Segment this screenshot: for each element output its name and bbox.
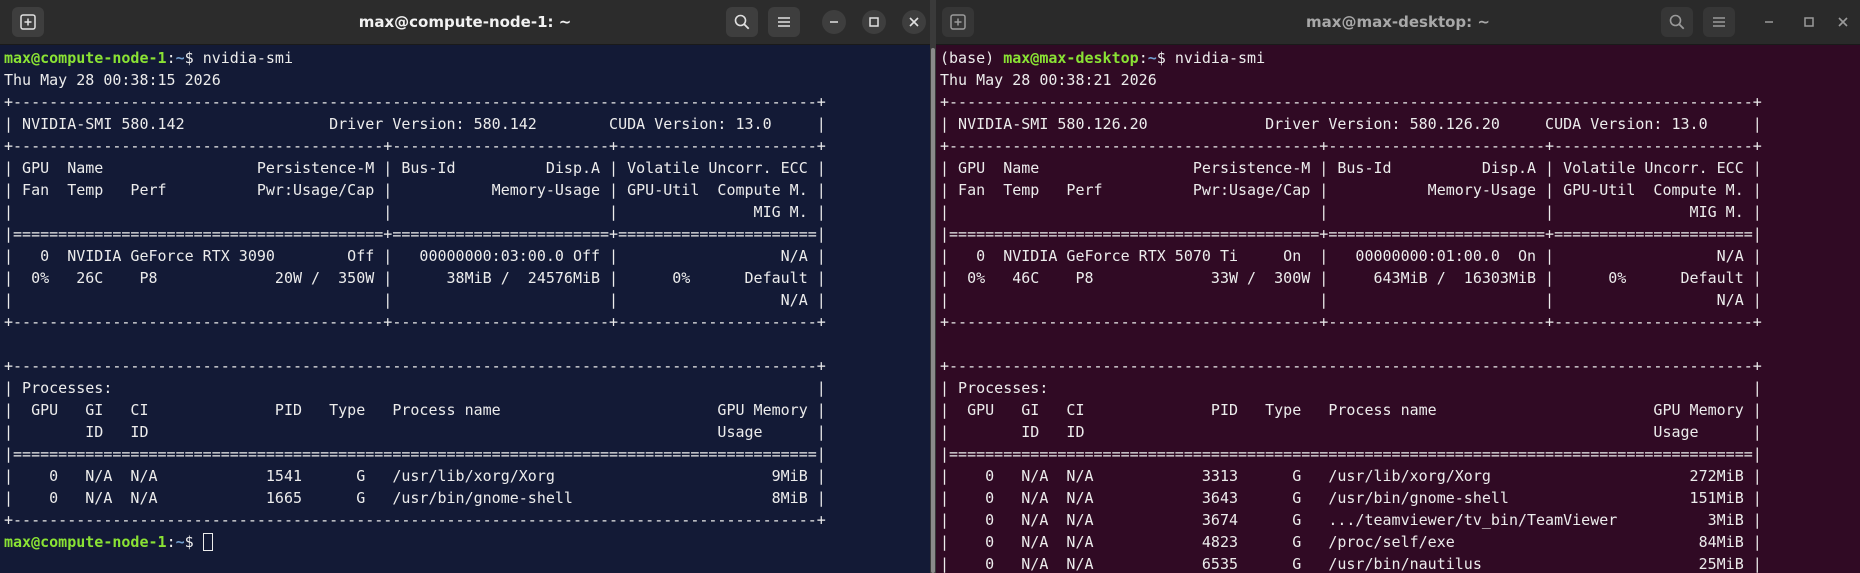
output-line: | 0 N/A N/A 4823 G /proc/self/exe 84MiB … xyxy=(940,533,1762,551)
output-line: | Processes: | xyxy=(4,379,826,397)
output-line: +---------------------------------------… xyxy=(940,357,1762,375)
close-button[interactable] xyxy=(902,10,926,34)
output-line: | ID ID Usage | xyxy=(940,423,1762,441)
output-line: | 0 N/A N/A 1665 G /usr/bin/gnome-shell … xyxy=(4,489,826,507)
command-line: (base) max@max-desktop:~$ nvidia-smi xyxy=(940,49,1266,67)
close-icon xyxy=(909,17,919,27)
output-line: +---------------------------------------… xyxy=(940,137,1762,155)
output-line: | Fan Temp Perf Pwr:Usage/Cap | Memory-U… xyxy=(940,181,1762,199)
output-line: | Processes: | xyxy=(940,379,1762,397)
menu-button[interactable] xyxy=(1703,7,1735,37)
command-output: Thu May 28 00:38:15 2026 +---------------… xyxy=(4,69,930,531)
search-button[interactable] xyxy=(1661,7,1693,37)
text-cursor xyxy=(202,533,213,551)
hamburger-menu-icon xyxy=(778,17,790,27)
output-line: | GPU GI CI PID Type Process name GPU Me… xyxy=(4,401,826,419)
output-line: +---------------------------------------… xyxy=(940,313,1762,331)
output-line: +---------------------------------------… xyxy=(4,313,826,331)
output-line: | 0 N/A N/A 3674 G .../teamviewer/tv_bin… xyxy=(940,511,1762,529)
maximize-button[interactable] xyxy=(1797,10,1821,34)
output-line: | GPU Name Persistence-M | Bus-Id Disp.A… xyxy=(4,159,826,177)
search-icon xyxy=(734,14,750,30)
prompt-path: ~ xyxy=(1147,49,1157,67)
close-button[interactable] xyxy=(1831,10,1855,34)
maximize-icon xyxy=(1804,17,1814,27)
output-line: | 0 NVIDIA GeForce RTX 5070 Ti On | 0000… xyxy=(940,247,1762,265)
maximize-icon xyxy=(869,17,879,27)
output-line: +---------------------------------------… xyxy=(4,93,826,111)
minimize-icon xyxy=(830,21,838,23)
prompt-path: ~ xyxy=(175,49,185,67)
output-line: Thu May 28 00:38:15 2026 xyxy=(4,71,221,89)
output-line: | | | N/A | xyxy=(940,291,1762,309)
close-icon xyxy=(1838,17,1848,27)
output-line: | ID ID Usage | xyxy=(4,423,826,441)
output-line: | 0% 26C P8 20W / 350W | 38MiB / 24576Mi… xyxy=(4,269,826,287)
terminal-window-left: max@compute-node-1: ~ max@compute-node-1… xyxy=(0,0,930,573)
prompt-user-host: max@compute-node-1 xyxy=(4,533,167,551)
output-line: +---------------------------------------… xyxy=(4,137,826,155)
output-line: Thu May 28 00:38:21 2026 xyxy=(940,71,1157,89)
command-text: nvidia-smi xyxy=(202,49,293,67)
terminal-window-right: max@max-desktop: ~ (base) max@max-deskto… xyxy=(936,0,1860,573)
prompt-symbol: $ xyxy=(1156,49,1175,67)
minimize-button[interactable] xyxy=(1757,10,1781,34)
terminal-output[interactable]: (base) max@max-desktop:~$ nvidia-smi Thu… xyxy=(936,45,1860,573)
prompt-symbol: $ xyxy=(184,49,203,67)
hamburger-menu-icon xyxy=(1713,17,1725,27)
search-icon xyxy=(1669,14,1685,30)
output-line: | Fan Temp Perf Pwr:Usage/Cap | Memory-U… xyxy=(4,181,826,199)
command-text: nvidia-smi xyxy=(1174,49,1266,67)
minimize-icon xyxy=(1765,21,1773,23)
output-line: |=======================================… xyxy=(940,445,1762,463)
output-line: +---------------------------------------… xyxy=(4,511,826,529)
output-line: | 0 N/A N/A 3643 G /usr/bin/gnome-shell … xyxy=(940,489,1762,507)
output-line: |=======================================… xyxy=(4,445,826,463)
output-line: |=======================================… xyxy=(4,225,826,243)
active-prompt: max@compute-node-1:~$ xyxy=(4,531,930,553)
output-line: +---------------------------------------… xyxy=(4,357,826,375)
prompt-user-host: max@max-desktop xyxy=(1003,49,1139,67)
output-line: | 0% 46C P8 33W / 300W | 643MiB / 16303M… xyxy=(940,269,1762,287)
conda-env-label: (base) xyxy=(940,49,1004,67)
search-button[interactable] xyxy=(726,7,758,37)
prompt-user-host: max@compute-node-1 xyxy=(4,49,167,67)
output-line: | GPU Name Persistence-M | Bus-Id Disp.A… xyxy=(940,159,1762,177)
output-line: | 0 N/A N/A 1541 G /usr/lib/xorg/Xorg 9M… xyxy=(4,467,826,485)
prompt-path: ~ xyxy=(175,533,185,551)
command-line: max@compute-node-1:~$ nvidia-smi xyxy=(4,49,293,67)
scrollbar-thumb[interactable] xyxy=(931,48,935,573)
output-line: |=======================================… xyxy=(940,225,1762,243)
output-line: | 0 N/A N/A 6535 G /usr/bin/nautilus 25M… xyxy=(940,555,1762,573)
command-output: Thu May 28 00:38:21 2026 +---------------… xyxy=(940,69,1860,573)
output-line: | | | MIG M. | xyxy=(4,203,826,221)
output-line: | GPU GI CI PID Type Process name GPU Me… xyxy=(940,401,1762,419)
output-line: | 0 NVIDIA GeForce RTX 3090 Off | 000000… xyxy=(4,247,826,265)
output-line: | | | MIG M. | xyxy=(940,203,1762,221)
output-line: | | | N/A | xyxy=(4,291,826,309)
terminal-output[interactable]: max@compute-node-1:~$ nvidia-smi Thu May… xyxy=(0,45,930,573)
titlebar: max@compute-node-1: ~ xyxy=(0,0,930,45)
titlebar: max@max-desktop: ~ xyxy=(936,0,1860,45)
output-line: | NVIDIA-SMI 580.142 Driver Version: 580… xyxy=(4,115,826,133)
output-line: | 0 N/A N/A 3313 G /usr/lib/xorg/Xorg 27… xyxy=(940,467,1762,485)
prompt-symbol: $ xyxy=(184,533,203,551)
output-line: +---------------------------------------… xyxy=(940,93,1762,111)
menu-button[interactable] xyxy=(768,7,800,37)
maximize-button[interactable] xyxy=(862,10,886,34)
minimize-button[interactable] xyxy=(822,10,846,34)
output-line: | NVIDIA-SMI 580.126.20 Driver Version: … xyxy=(940,115,1762,133)
